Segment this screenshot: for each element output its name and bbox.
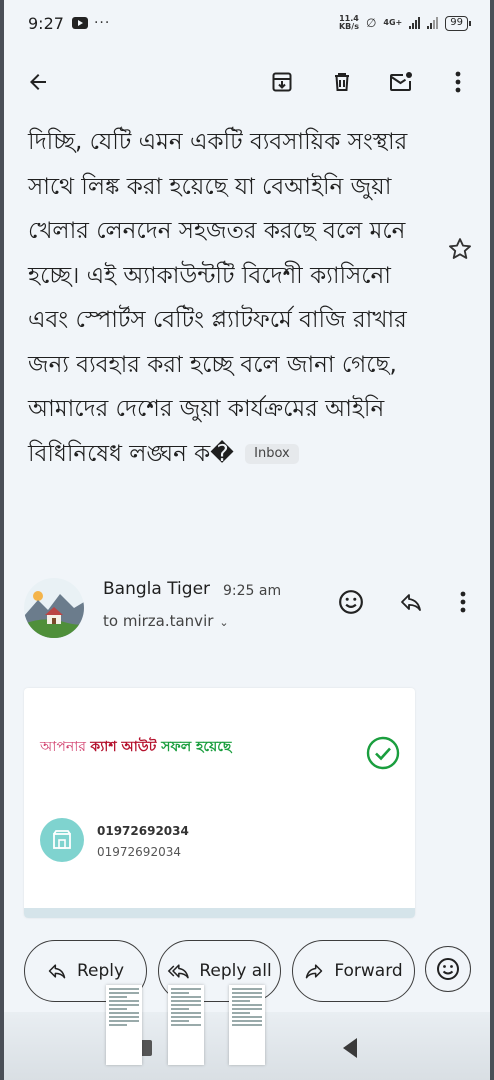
recipient-text: to mirza.tanvir	[103, 612, 214, 630]
reply-label: Reply	[76, 961, 125, 981]
screen-frame-left	[0, 0, 4, 1080]
message-text: দিচ্ছি, যেটি এমন একটি ব্যবসায়িক সংস্থার…	[28, 129, 408, 467]
screenshot-thumbnail[interactable]	[229, 985, 265, 1065]
network-speed: 11.4 KB/s	[339, 15, 359, 31]
youtube-icon	[71, 17, 88, 29]
store-icon	[40, 818, 84, 862]
reply-all-icon	[168, 964, 190, 979]
more-vert-icon[interactable]	[444, 68, 472, 96]
mark-unread-icon[interactable]	[387, 68, 415, 96]
forward-icon	[306, 964, 323, 979]
screenshot-thumbnail[interactable]	[168, 985, 204, 1065]
sender-avatar[interactable]	[24, 578, 84, 638]
account-number-secondary: 01972692034	[97, 845, 181, 859]
card-bottom-strip	[24, 908, 415, 918]
star-icon[interactable]	[446, 235, 474, 263]
archive-icon[interactable]	[268, 68, 296, 96]
delete-icon[interactable]	[328, 68, 356, 96]
reply-icon[interactable]	[397, 588, 425, 616]
inbox-label[interactable]: Inbox	[245, 443, 299, 464]
screenshot-thumbnail[interactable]	[106, 985, 142, 1065]
wifi-off-icon: ∅	[365, 16, 377, 30]
recipient-line[interactable]: to mirza.tanvir ⌄	[103, 612, 229, 630]
battery-icon: 99	[445, 15, 471, 31]
emoji-reaction-button[interactable]	[425, 946, 471, 992]
screen-frame-right	[490, 0, 494, 1080]
reply-all-label: Reply all	[199, 961, 272, 981]
more-notifications-icon: ···	[93, 15, 111, 31]
network-speed-unit: KB/s	[338, 22, 359, 31]
signal-2-icon	[427, 17, 439, 29]
more-vert-sender-icon[interactable]	[449, 588, 477, 616]
cashout-success-text: আপনার ক্যাশ আউট সফল হয়েছে	[40, 735, 231, 759]
forward-button[interactable]: Forward	[292, 940, 415, 1002]
message-body: দিচ্ছি, যেটি এমন একটি ব্যবসায়িক সংস্থার…	[28, 120, 428, 476]
emoji-icon	[437, 958, 459, 980]
forward-label: Forward	[334, 961, 403, 981]
check-circle-icon	[366, 736, 400, 770]
status-bar: 9:27 ··· 11.4 KB/s ∅ 4G+ 99	[4, 0, 490, 46]
status-time: 9:27	[28, 13, 64, 33]
network-type: 4G+	[383, 18, 403, 27]
nav-back-button[interactable]	[343, 1038, 357, 1058]
account-number-primary: 01972692034	[97, 824, 189, 838]
signal-icon	[409, 17, 421, 29]
back-arrow-icon[interactable]	[24, 68, 52, 96]
emoji-react-icon[interactable]	[337, 588, 365, 616]
cashout-text-part1: আপনার	[40, 739, 91, 755]
app-bar	[4, 56, 490, 108]
chevron-down-icon: ⌄	[219, 616, 229, 629]
cashout-text-part3: সফল হয়েছে	[161, 739, 232, 755]
sender-time: 9:25 am	[223, 583, 282, 599]
sender-name[interactable]: Bangla Tiger	[103, 579, 210, 599]
email-image-card[interactable]: আপনার ক্যাশ আউট সফল হয়েছে 01972692034 0…	[24, 688, 415, 918]
reply-icon	[48, 964, 66, 979]
cashout-text-part2: ক্যাশ আউট	[90, 739, 162, 755]
